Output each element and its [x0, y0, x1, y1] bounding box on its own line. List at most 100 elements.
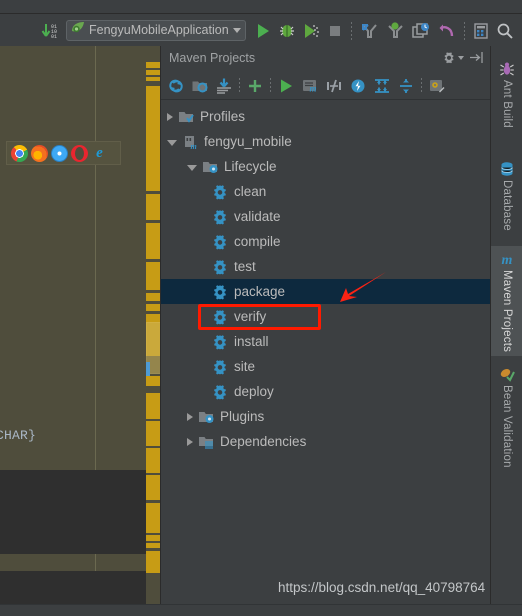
tree-row-verify[interactable]: verify: [161, 304, 490, 329]
tree-row-compile[interactable]: compile: [161, 229, 490, 254]
search-everywhere-button[interactable]: [494, 19, 516, 43]
tree-label: validate: [234, 209, 281, 224]
gear-goal-icon: [212, 359, 229, 375]
run-button[interactable]: [252, 19, 274, 43]
editor-dark-band-1: [0, 470, 160, 512]
tree-label: compile: [234, 234, 281, 249]
editor-dark-band-2: [0, 512, 160, 554]
tree-row-test[interactable]: test: [161, 254, 490, 279]
sidebar-tab-ant-build[interactable]: Ant Build: [491, 56, 522, 128]
svg-text:m: m: [191, 142, 197, 150]
generate-sources-button[interactable]: [189, 74, 211, 98]
watermark-text: https://blog.csdn.net/qq_40798764: [278, 580, 486, 595]
tree-row-plugins[interactable]: Plugins: [161, 404, 490, 429]
tree-row-validate[interactable]: validate: [161, 204, 490, 229]
update-project-button[interactable]: [357, 19, 381, 43]
expand-all-button[interactable]: [371, 74, 393, 98]
plugins-folder-icon: [198, 409, 215, 425]
maven-projects-tool-window[interactable]: Maven Projects m Profiles m fengyu_mobil…: [160, 46, 490, 616]
dependencies-icon: [198, 434, 215, 450]
safari-icon[interactable]: [51, 144, 68, 162]
sidebar-tab-label: Maven Projects: [501, 270, 513, 353]
maven-panel-title: Maven Projects: [169, 51, 256, 65]
maven-panel-toolbar: m: [161, 72, 490, 100]
database-icon: [499, 161, 515, 177]
gear-goal-icon: [212, 259, 229, 275]
revert-button[interactable]: [435, 19, 459, 43]
execute-maven-goal-button[interactable]: m: [299, 74, 321, 98]
sidebar-tab-database[interactable]: Database: [491, 156, 522, 231]
stop-button[interactable]: [324, 19, 346, 43]
editor-code-fragment: CHAR}: [0, 428, 37, 443]
chevron-right-icon[interactable]: [187, 412, 193, 421]
toggle-skip-tests-button[interactable]: [323, 74, 345, 98]
tree-row-fengyu-mobile[interactable]: m fengyu_mobile: [161, 129, 490, 154]
reimport-button[interactable]: [165, 74, 187, 98]
firefox-icon[interactable]: [31, 144, 48, 162]
chrome-icon[interactable]: [11, 144, 28, 162]
gear-goal-icon: [212, 309, 229, 325]
toggle-offline-button[interactable]: [347, 74, 369, 98]
tree-row-dependencies[interactable]: Dependencies: [161, 429, 490, 454]
chevron-down-icon[interactable]: [187, 165, 197, 171]
lifecycle-folder-icon: [202, 159, 219, 175]
chevron-right-icon[interactable]: [167, 112, 173, 121]
open-in-browser-popup[interactable]: e: [6, 141, 121, 165]
maven-settings-button[interactable]: [426, 74, 448, 98]
toolbar-separator-2: [463, 21, 465, 40]
toolbar-separator: [350, 21, 352, 40]
tree-label: install: [234, 334, 269, 349]
collapse-all-button[interactable]: [395, 74, 417, 98]
tree-row-site[interactable]: site: [161, 354, 490, 379]
chevron-down-icon[interactable]: [167, 140, 177, 146]
opera-icon[interactable]: [71, 144, 88, 162]
tree-row-install[interactable]: install: [161, 329, 490, 354]
sidebar-tab-bean-validation[interactable]: Bean Validation: [491, 361, 522, 468]
editor-area[interactable]: CHAR} e: [0, 46, 160, 616]
download-sources-button[interactable]: [213, 74, 235, 98]
tree-row-clean[interactable]: clean: [161, 179, 490, 204]
compile-icon[interactable]: 01 10 01: [39, 19, 65, 43]
run-with-coverage-button[interactable]: [300, 19, 322, 43]
tree-row-package[interactable]: package: [161, 279, 490, 304]
chevron-down-icon[interactable]: [232, 28, 241, 33]
svg-text:m: m: [502, 253, 513, 267]
maven-panel-header: Maven Projects: [161, 46, 490, 72]
add-maven-project-button[interactable]: [244, 74, 266, 98]
right-tool-window-bar[interactable]: Ant Build Database m Maven Projects Bean…: [490, 46, 522, 616]
gear-goal-icon: [212, 184, 229, 200]
tree-row-deploy[interactable]: deploy: [161, 379, 490, 404]
maven-module-icon: m: [182, 134, 199, 151]
chevron-right-icon[interactable]: [187, 437, 193, 446]
tree-label: site: [234, 359, 256, 374]
status-bar: [0, 604, 522, 616]
maven-m-icon: m: [499, 251, 515, 268]
window-top-strip: [0, 0, 522, 14]
hide-arrow-icon[interactable]: [469, 50, 484, 70]
sidebar-tab-maven-projects[interactable]: m Maven Projects: [491, 246, 522, 356]
commit-button[interactable]: [383, 19, 407, 43]
tree-label: verify: [234, 309, 267, 324]
bean-check-icon: [499, 366, 515, 382]
tree-row-profiles[interactable]: Profiles: [161, 104, 490, 129]
sidebar-tab-label: Bean Validation: [501, 385, 513, 468]
tree-row-lifecycle[interactable]: Lifecycle: [161, 154, 490, 179]
run-maven-build-button[interactable]: [275, 74, 297, 98]
debug-button[interactable]: [276, 19, 298, 43]
tree-label: package: [234, 284, 286, 299]
run-configuration-selector[interactable]: FengyuMobileApplication: [66, 20, 246, 41]
internet-explorer-icon[interactable]: e: [91, 145, 108, 162]
ant-icon: [499, 61, 515, 77]
gear-goal-icon: [212, 284, 229, 300]
tree-label: clean: [234, 184, 267, 199]
svg-text:01: 01: [51, 34, 57, 40]
gear-icon[interactable]: [442, 51, 464, 65]
layout-button[interactable]: [470, 19, 492, 43]
sidebar-tab-label: Ant Build: [501, 80, 513, 128]
vcs-history-button[interactable]: [409, 19, 433, 43]
tree-label: deploy: [234, 384, 274, 399]
main-toolbar: 01 10 01 FengyuMobileApplication: [0, 15, 522, 46]
gear-goal-icon: [212, 384, 229, 400]
maven-project-tree[interactable]: Profiles m fengyu_mobile Lifecycle clean…: [161, 100, 490, 454]
chevron-down-icon[interactable]: [458, 56, 464, 60]
